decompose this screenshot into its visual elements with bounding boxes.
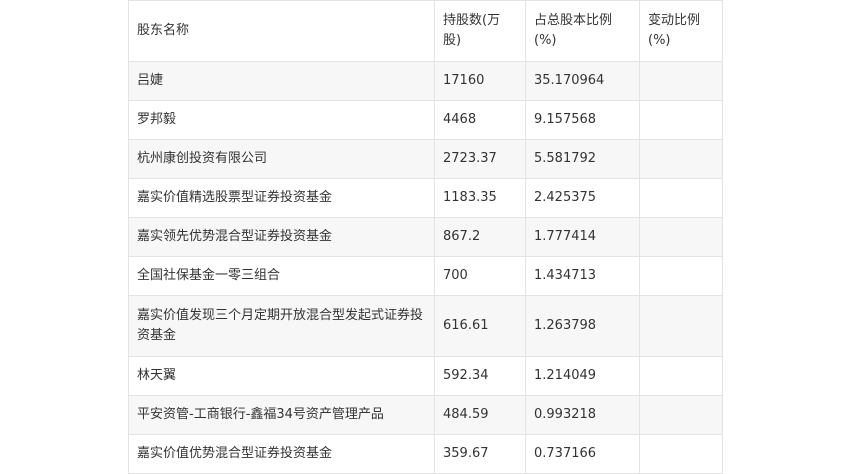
cell-change — [639, 217, 723, 257]
header-shareholder-name: 股东名称 — [128, 0, 435, 62]
cell-shares: 616.61 — [434, 295, 526, 357]
cell-name: 嘉实价值精选股票型证券投资基金 — [128, 178, 435, 218]
cell-shares: 700 — [434, 256, 526, 296]
cell-change — [639, 295, 723, 357]
cell-ratio: 1.434713 — [525, 256, 640, 296]
table-row: 嘉实领先优势混合型证券投资基金 867.2 1.777414 — [128, 217, 723, 257]
cell-name: 全国社保基金一零三组合 — [128, 256, 435, 296]
cell-shares: 867.2 — [434, 217, 526, 257]
cell-ratio: 35.170964 — [525, 61, 640, 101]
cell-shares: 4468 — [434, 100, 526, 140]
cell-ratio: 1.263798 — [525, 295, 640, 357]
cell-name: 罗邦毅 — [128, 100, 435, 140]
shareholder-table: 股东名称 持股数(万股) 占总股本比例(%) 变动比例(%) 吕婕 17160 … — [128, 0, 723, 474]
cell-change — [639, 139, 723, 179]
table-row: 罗邦毅 4468 9.157568 — [128, 100, 723, 140]
cell-name: 吕婕 — [128, 61, 435, 101]
cell-change — [639, 356, 723, 396]
cell-ratio: 1.777414 — [525, 217, 640, 257]
cell-change — [639, 100, 723, 140]
cell-shares: 359.67 — [434, 434, 526, 474]
cell-ratio: 9.157568 — [525, 100, 640, 140]
cell-ratio: 0.993218 — [525, 395, 640, 435]
cell-name: 嘉实领先优势混合型证券投资基金 — [128, 217, 435, 257]
cell-shares: 17160 — [434, 61, 526, 101]
table-row: 全国社保基金一零三组合 700 1.434713 — [128, 256, 723, 296]
table-row: 嘉实价值精选股票型证券投资基金 1183.35 2.425375 — [128, 178, 723, 218]
header-shares: 持股数(万股) — [434, 0, 526, 62]
cell-change — [639, 395, 723, 435]
table-row: 平安资管-工商银行-鑫福34号资产管理产品 484.59 0.993218 — [128, 395, 723, 435]
cell-name: 杭州康创投资有限公司 — [128, 139, 435, 179]
table-row: 杭州康创投资有限公司 2723.37 5.581792 — [128, 139, 723, 179]
cell-ratio: 0.737166 — [525, 434, 640, 474]
table-header-row: 股东名称 持股数(万股) 占总股本比例(%) 变动比例(%) — [128, 0, 723, 62]
table-row: 吕婕 17160 35.170964 — [128, 61, 723, 101]
cell-name: 嘉实价值发现三个月定期开放混合型发起式证券投资基金 — [128, 295, 435, 357]
cell-ratio: 5.581792 — [525, 139, 640, 179]
cell-ratio: 1.214049 — [525, 356, 640, 396]
shareholder-table-container: 股东名称 持股数(万股) 占总股本比例(%) 变动比例(%) 吕婕 17160 … — [128, 0, 723, 474]
header-change: 变动比例(%) — [639, 0, 723, 62]
table-row: 嘉实价值发现三个月定期开放混合型发起式证券投资基金 616.61 1.26379… — [128, 295, 723, 357]
cell-shares: 484.59 — [434, 395, 526, 435]
table-row: 嘉实价值优势混合型证券投资基金 359.67 0.737166 — [128, 434, 723, 474]
table-row: 林天翼 592.34 1.214049 — [128, 356, 723, 396]
cell-shares: 2723.37 — [434, 139, 526, 179]
cell-shares: 1183.35 — [434, 178, 526, 218]
cell-name: 平安资管-工商银行-鑫福34号资产管理产品 — [128, 395, 435, 435]
cell-name: 林天翼 — [128, 356, 435, 396]
cell-change — [639, 434, 723, 474]
cell-name: 嘉实价值优势混合型证券投资基金 — [128, 434, 435, 474]
cell-change — [639, 61, 723, 101]
cell-change — [639, 256, 723, 296]
cell-ratio: 2.425375 — [525, 178, 640, 218]
header-ratio: 占总股本比例(%) — [525, 0, 640, 62]
cell-shares: 592.34 — [434, 356, 526, 396]
cell-change — [639, 178, 723, 218]
